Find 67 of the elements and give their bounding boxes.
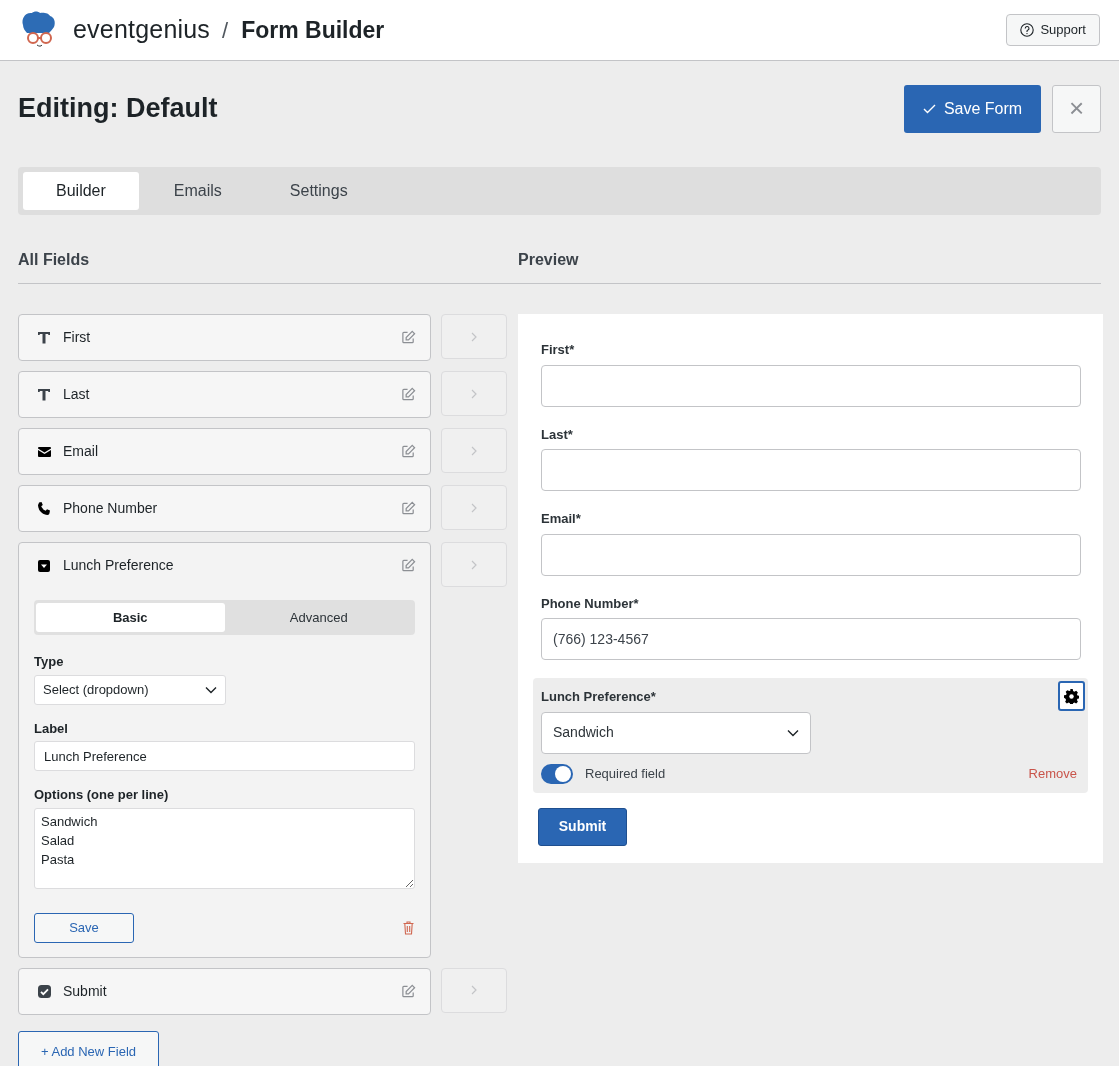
chevron-right-icon (470, 985, 478, 995)
field-label: Phone Number* (541, 594, 639, 613)
edit-icon[interactable] (401, 330, 416, 345)
chevron-right-icon (470, 331, 478, 342)
edit-icon[interactable] (401, 558, 416, 573)
chevron-down-icon (205, 685, 217, 694)
save-form-button[interactable]: Save Form (904, 84, 1041, 133)
trash-icon[interactable] (403, 920, 414, 935)
toggle-label: Required field (585, 764, 666, 783)
page-heading: Form Builder (241, 15, 385, 45)
chevron-right-icon (470, 445, 478, 456)
edit-icon[interactable] (401, 387, 416, 402)
breadcrumb-separator: / (222, 16, 229, 45)
field-label: Type (34, 653, 65, 671)
field-label[interactable]: Lunch Preference (63, 555, 174, 576)
field-label[interactable]: Last (63, 384, 90, 405)
text-input[interactable]: (766) 123-4567 (541, 618, 1081, 660)
chevron-down-icon (787, 728, 799, 737)
options-textarea[interactable]: Sandwich Salad Pasta (34, 807, 415, 889)
text-type-icon (38, 388, 50, 401)
selected-field-panel[interactable]: Lunch Preference* Sandwich Required field Remove (533, 678, 1088, 793)
save-button[interactable]: Save (34, 912, 134, 943)
checkbox-icon (37, 984, 51, 998)
field-label[interactable]: Phone Number (63, 498, 158, 519)
field-label: First* (541, 341, 575, 359)
support-button[interactable]: Support (1006, 14, 1100, 46)
type-select[interactable]: Select (dropdown) (34, 674, 226, 705)
text-input[interactable] (541, 364, 1081, 407)
remove-link[interactable]: Remove (1028, 763, 1077, 784)
section-heading: Preview (518, 250, 579, 270)
select-dropdown[interactable]: Sandwich (541, 711, 811, 754)
help-icon (1020, 23, 1035, 37)
field-label[interactable]: First (63, 327, 91, 348)
field-label: Label (34, 719, 69, 738)
chevron-right-icon (470, 559, 478, 570)
section-heading: All Fields (18, 250, 91, 270)
tab[interactable]: Builder (23, 172, 139, 210)
check-icon (922, 103, 936, 114)
editor-tab[interactable]: Advanced (224, 603, 413, 632)
brand-name: eventgenius (73, 14, 211, 46)
settings-icon (1064, 688, 1079, 704)
field-label: Lunch Preference* (541, 688, 656, 706)
required-toggle[interactable] (541, 763, 573, 784)
add-new-field-button[interactable]: + Add New Field (18, 1030, 159, 1066)
field-label: Options (one per line) (34, 786, 170, 804)
envelope-icon (37, 446, 51, 457)
settings-button[interactable] (1058, 681, 1085, 711)
label-input[interactable]: Lunch Preference (34, 741, 415, 771)
field-label[interactable]: Submit (63, 980, 107, 1002)
edit-icon[interactable] (401, 444, 416, 459)
edit-icon[interactable] (401, 983, 416, 999)
text-type-icon (38, 331, 50, 344)
phone-icon (37, 502, 51, 515)
editor-tab[interactable]: Basic (36, 603, 225, 632)
tab[interactable]: Emails (140, 172, 255, 210)
dropdown-icon (38, 559, 50, 572)
tab[interactable]: Settings (256, 172, 381, 210)
text-input[interactable] (541, 533, 1081, 576)
editing-title: Editing: Default (18, 92, 218, 126)
field-label: Last* (541, 425, 573, 444)
chevron-right-icon (470, 502, 478, 513)
chevron-right-icon (470, 388, 478, 399)
text-input[interactable] (541, 449, 1081, 491)
edit-icon[interactable] (401, 501, 416, 516)
field-label[interactable]: Email (63, 441, 98, 462)
submit-button[interactable]: Submit (538, 807, 627, 846)
field-label: Email* (541, 510, 581, 528)
